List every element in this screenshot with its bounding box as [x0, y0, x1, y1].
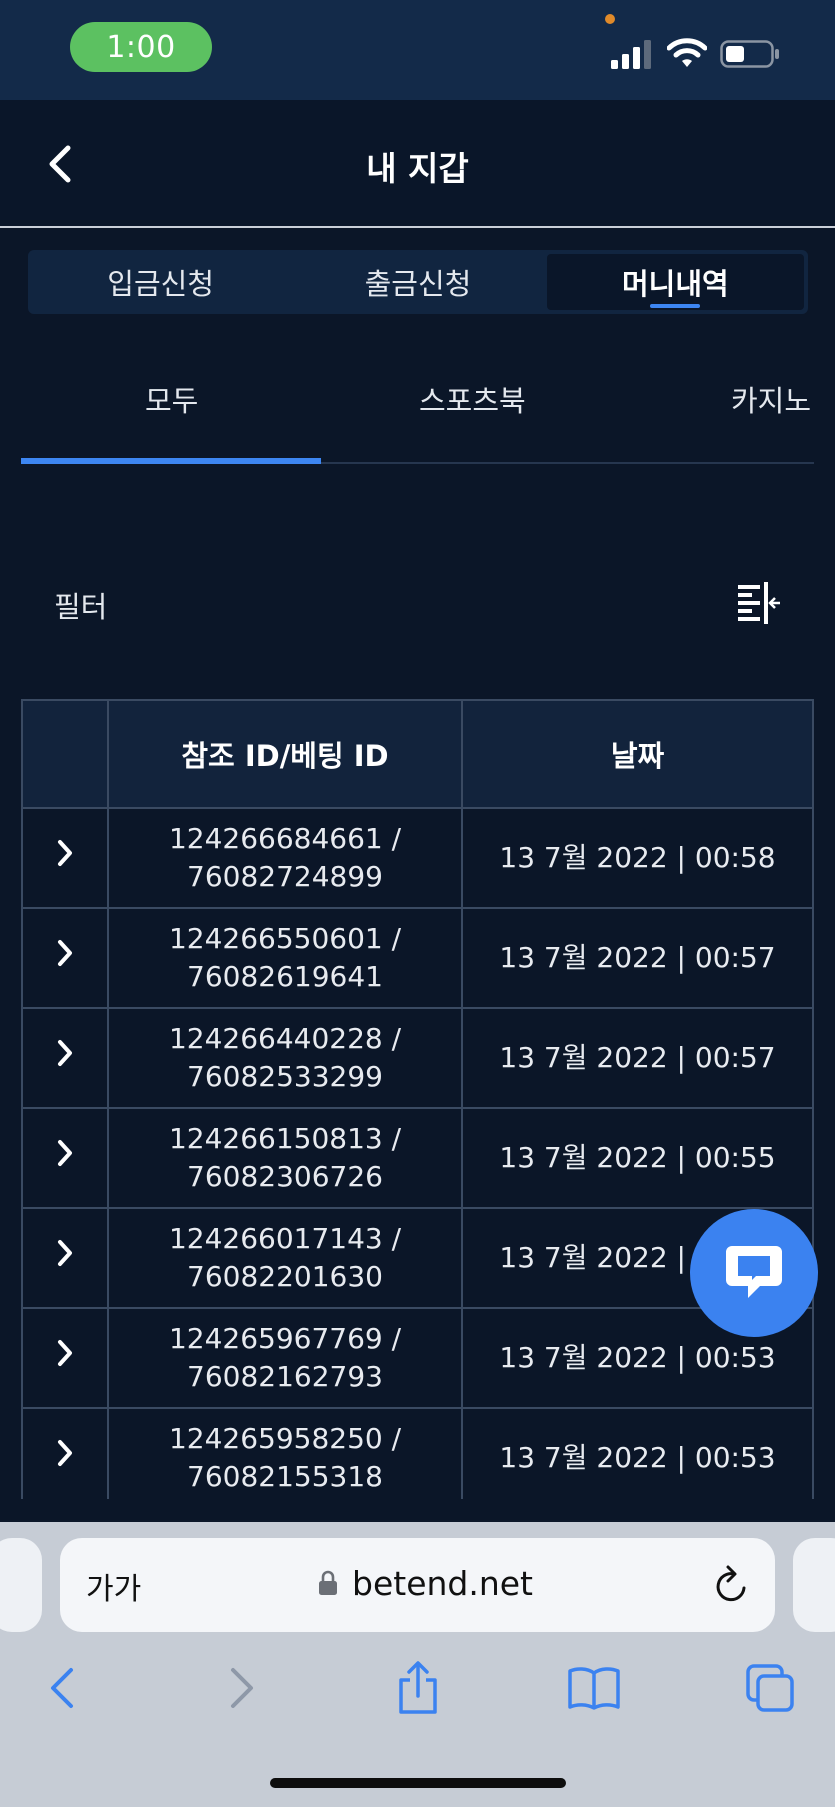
table-row[interactable]: 124266684661 / 76082724899 13 7월 2022 | 0…: [21, 807, 814, 909]
app-header: 내 지갑: [0, 100, 835, 228]
row-expand-chevron-icon: [58, 1240, 72, 1266]
ref-id: 124266150813 /: [168, 1122, 402, 1155]
status-time: 1:00: [70, 22, 212, 72]
back-arrow-icon: [51, 1668, 73, 1708]
browser-forward-button[interactable]: [214, 1660, 270, 1716]
bet-id: 76082724899: [187, 860, 383, 893]
subtab-sportsbook[interactable]: 스포츠북: [419, 378, 526, 420]
ref-id: 124266550601 /: [168, 922, 402, 955]
bet-id: 76082619641: [187, 960, 383, 993]
row-expand-chevron-icon: [58, 1040, 72, 1066]
table-row[interactable]: 124266440228 / 76082533299 13 7월 2022 | 0…: [21, 1007, 814, 1109]
row-expand-button[interactable]: [21, 1307, 109, 1409]
subtab-casino[interactable]: 카지노: [731, 378, 811, 420]
active-subtab-indicator: [21, 458, 321, 464]
browser-back-button[interactable]: [34, 1660, 90, 1716]
row-expand-button[interactable]: [21, 1207, 109, 1309]
table-row[interactable]: 124266150813 / 76082306726 13 7월 2022 | 0…: [21, 1107, 814, 1209]
date-column-header: 날짜: [461, 699, 814, 809]
date-cell: 13 7월 2022 | 00:57: [461, 907, 814, 1009]
next-tab-preview[interactable]: [793, 1538, 835, 1632]
row-expand-chevron-icon: [58, 940, 72, 966]
ref-id-column-header: 참조 ID/베팅 ID: [107, 699, 463, 809]
text-size-button[interactable]: 가가: [86, 1564, 141, 1608]
ref-id: 124265967769 /: [168, 1322, 402, 1355]
ref-id: 124265958250 /: [168, 1422, 402, 1455]
table-row[interactable]: 124265958250 / 76082155318 13 7월 2022 | 0…: [21, 1407, 814, 1499]
live-chat-button[interactable]: [690, 1209, 818, 1337]
ref-id: 124266684661 /: [168, 822, 402, 855]
share-button[interactable]: [390, 1660, 446, 1716]
row-expand-button[interactable]: [21, 907, 109, 1009]
date-cell: 13 7월 2022 | 00:58: [461, 807, 814, 909]
share-icon: [399, 1661, 437, 1714]
history-category-tabs: 모두 스포츠북 카지노: [21, 350, 814, 464]
tab-deposit-request[interactable]: 입금신청: [32, 254, 289, 310]
page-title: 내 지갑: [366, 149, 469, 188]
tab-withdraw-request[interactable]: 출금신청: [289, 254, 546, 310]
ref-id: 124266017143 /: [168, 1222, 402, 1255]
home-indicator: [270, 1778, 566, 1788]
url-text: betend.net: [352, 1563, 534, 1603]
row-expand-chevron-icon: [58, 1340, 72, 1366]
table-row[interactable]: 124266550601 / 76082619641 13 7월 2022 | 0…: [21, 907, 814, 1009]
status-bar: 1:00: [0, 0, 835, 100]
date-cell: 13 7월 2022 | 00:53: [461, 1407, 814, 1499]
battery-icon: [720, 40, 779, 68]
reload-icon[interactable]: [710, 1562, 754, 1608]
row-expand-chevron-icon: [58, 1440, 72, 1466]
bet-id: 76082162793: [187, 1360, 383, 1393]
tab-money-history[interactable]: 머니내역: [546, 254, 804, 310]
row-expand-button[interactable]: [21, 1107, 109, 1209]
cellular-signal-icon: [611, 40, 651, 69]
wifi-icon: [667, 38, 707, 67]
lock-icon: [319, 1570, 337, 1595]
money-history-table: 참조 ID/베팅 ID 날짜 124266684661 / 76082724899…: [21, 699, 814, 1499]
privacy-indicator-dot: [605, 14, 615, 24]
filter-icon[interactable]: [734, 578, 782, 626]
bet-id: 76082201630: [187, 1260, 383, 1293]
wallet-segment-tabs: 입금신청 출금신청 머니내역: [28, 250, 808, 314]
expand-column-header: [21, 699, 109, 809]
chat-icon: [726, 1246, 782, 1298]
subtab-all[interactable]: 모두: [145, 378, 198, 420]
table-row[interactable]: 124265967769 /76082162793 13 7월 2022 | 0…: [21, 1307, 814, 1409]
ref-bet-id-cell: 124265967769 / 76082162793: [107, 1307, 463, 1409]
filter-label: 필터: [54, 590, 108, 624]
date-cell: 13 7월 2022 | 00:55: [461, 1107, 814, 1209]
url-display[interactable]: betend.net: [318, 1560, 533, 1606]
forward-arrow-icon: [231, 1668, 253, 1708]
previous-tab-preview[interactable]: [0, 1538, 42, 1632]
ref-bet-id-cell: 124266550601 / 76082619641: [107, 907, 463, 1009]
date-cell: 13 7월 2022 | 00:57: [461, 1007, 814, 1109]
ref-bet-id-cell: 124266017143 / 76082201630: [107, 1207, 463, 1309]
table-header-row: 참조 ID/베팅 ID 날짜: [21, 699, 814, 809]
tabs-icon: [746, 1664, 794, 1712]
ref-bet-id-cell: 124266150813 / 76082306726: [107, 1107, 463, 1209]
row-expand-button[interactable]: [21, 1007, 109, 1109]
bet-id: 76082306726: [187, 1160, 383, 1193]
address-bar[interactable]: 가가 betend.net: [60, 1538, 775, 1632]
ref-bet-id-cell: 124266440228 / 76082533299: [107, 1007, 463, 1109]
ref-bet-id-cell: 124265958250 / 76082155318: [107, 1407, 463, 1499]
bet-id: 76082533299: [187, 1060, 383, 1093]
bet-id: 76082155318: [187, 1460, 383, 1493]
bookmarks-button[interactable]: [566, 1660, 622, 1716]
ref-id: 124266440228 /: [168, 1022, 402, 1055]
row-expand-chevron-icon: [58, 840, 72, 866]
ref-bet-id-cell: 124266684661 / 76082724899: [107, 807, 463, 909]
row-expand-button[interactable]: [21, 807, 109, 909]
tabs-button[interactable]: [742, 1660, 798, 1716]
row-expand-chevron-icon: [58, 1140, 72, 1166]
row-expand-button[interactable]: [21, 1407, 109, 1499]
bookmarks-icon: [568, 1667, 620, 1710]
